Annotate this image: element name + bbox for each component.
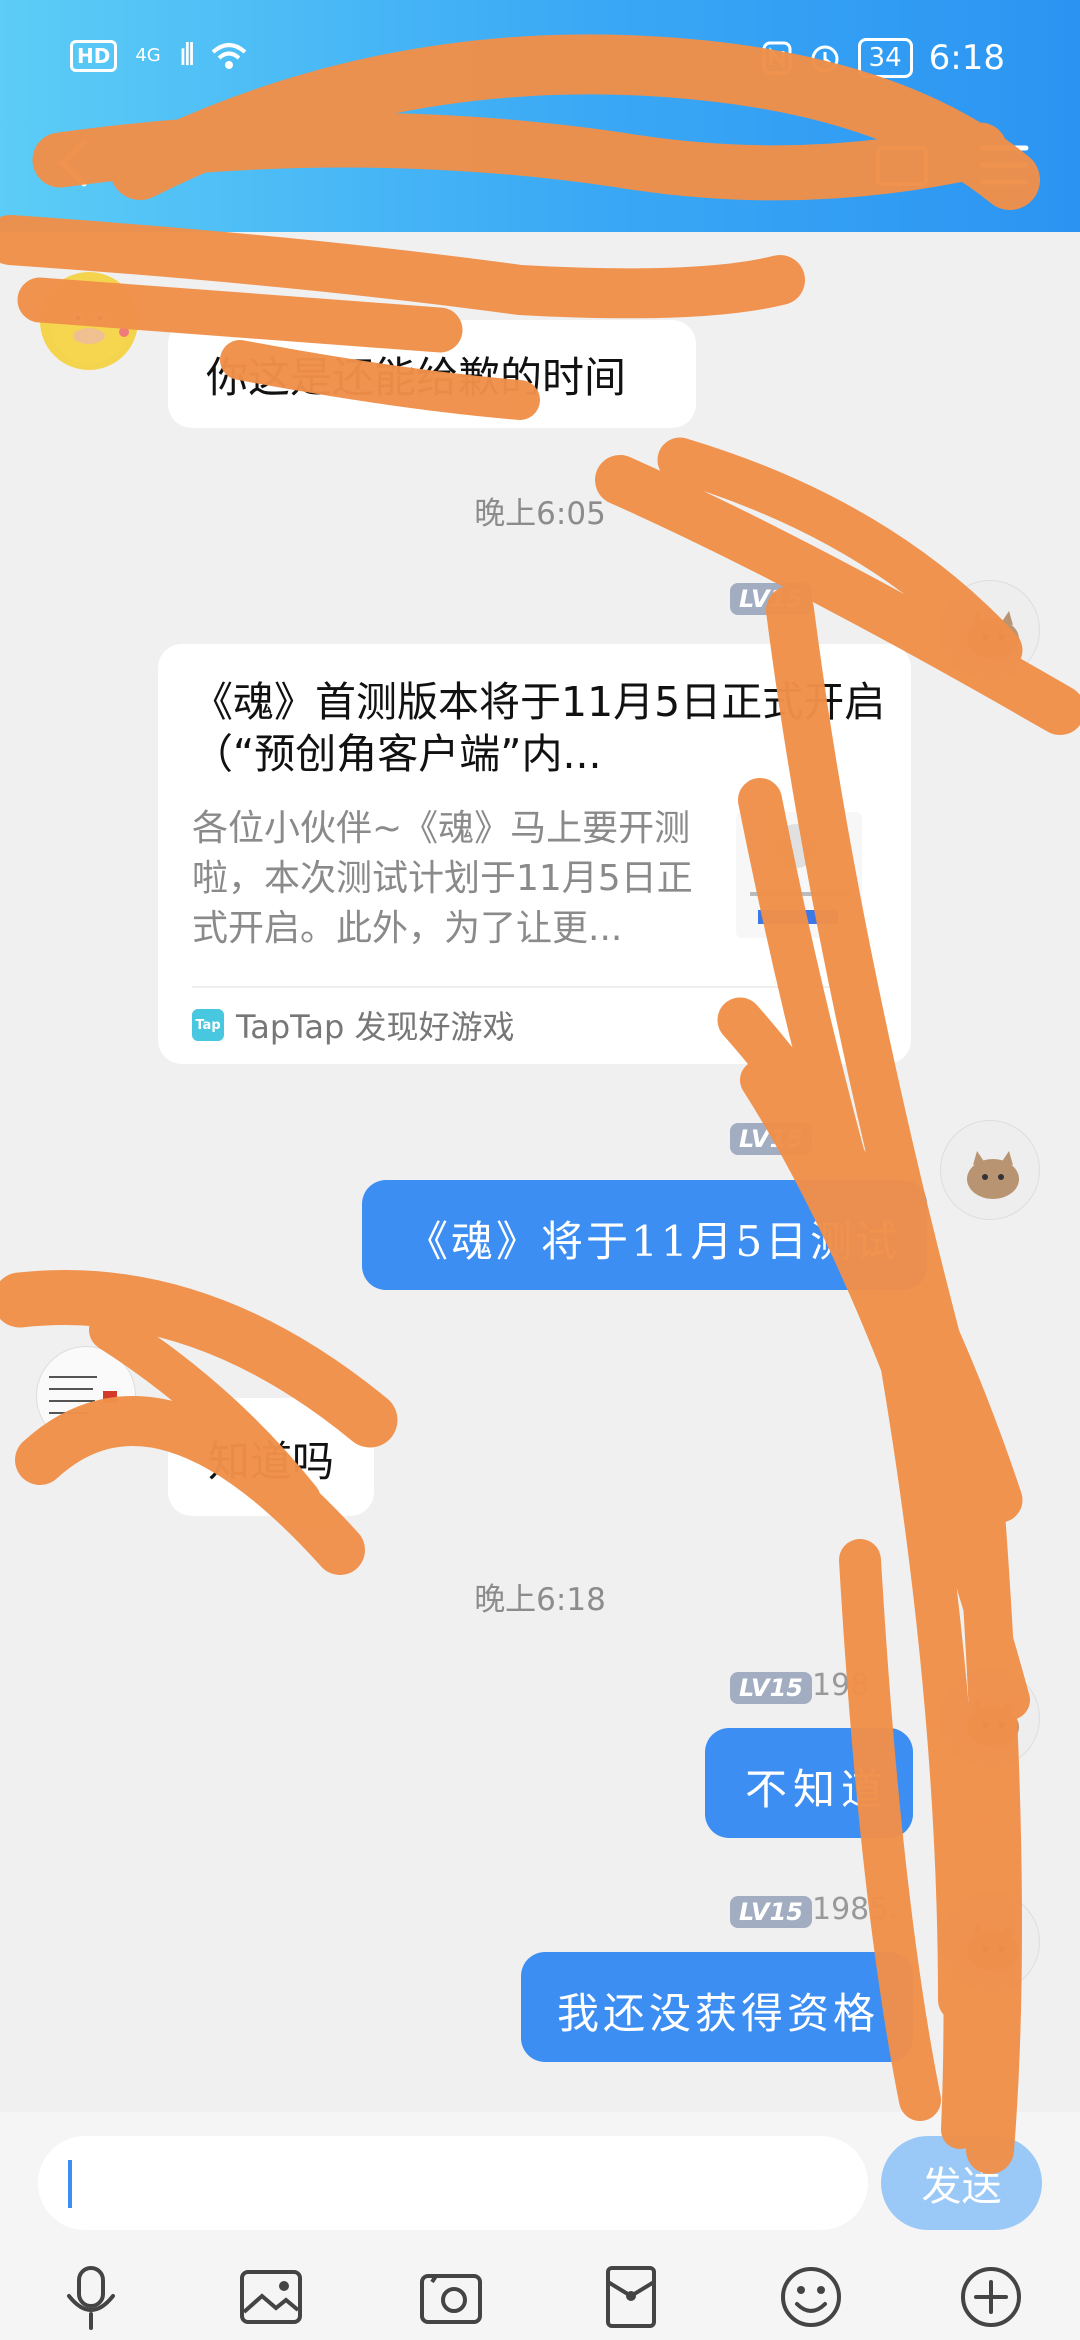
card-divider [192, 986, 877, 988]
avatar[interactable] [940, 1892, 1040, 1992]
battery-icon: 34 [857, 38, 913, 78]
message-bubble[interactable]: 我还没获得资格 [521, 1952, 913, 2062]
signal-icon: ıll [178, 38, 196, 73]
level-badge: LV15 [730, 1896, 812, 1928]
shared-link-card[interactable]: 《魂》首测版本将于11月5日正式开启（“预创角客户端”内... 各位小伙伴~《魂… [158, 644, 911, 1064]
nfc-icon [762, 41, 792, 75]
clock: 6:18 [928, 38, 1005, 78]
network-type: 4G [135, 45, 161, 66]
alarm-icon [811, 45, 839, 73]
red-packet-icon[interactable] [596, 2262, 666, 2332]
hd-badge: HD [70, 39, 118, 72]
chat-header: HD 4G ıll 34 6:18 [0, 0, 1080, 232]
emoji-icon[interactable] [776, 2262, 846, 2332]
cat-avatar-icon [967, 611, 1019, 659]
card-source-label: TapTap 发现好游戏 [236, 1008, 515, 1046]
status-bar-left: HD 4G ıll [70, 38, 248, 73]
status-bar-right: 34 6:18 [762, 38, 1005, 78]
wifi-icon [211, 42, 247, 69]
avatar[interactable] [940, 580, 1040, 680]
card-source: Tap TapTap 发现好游戏 [192, 1002, 515, 1048]
window-icon[interactable] [874, 140, 930, 190]
sender-name: 198 [812, 1668, 870, 1703]
timestamp: 晚上6:05 [474, 496, 606, 532]
message-input[interactable] [38, 2136, 868, 2230]
image-icon[interactable] [236, 2262, 306, 2332]
cat-avatar-icon [967, 1151, 1019, 1199]
level-badge: LV15 [730, 583, 812, 615]
input-bar: 发送 [0, 2112, 1080, 2340]
calligraphy-avatar-icon [49, 1376, 117, 1414]
card-title: 《魂》首测版本将于11月5日正式开启（“预创角客户端”内... [192, 678, 886, 778]
taptap-logo-icon: Tap [192, 1009, 224, 1041]
avatar[interactable] [40, 272, 138, 370]
card-description: 各位小伙伴~《魂》马上要开测啦，本次测试计划于11月5日正式开启。此外，为了让更… [192, 808, 693, 949]
message-bubble[interactable]: 《魂》将于11月5日测试 [362, 1180, 927, 1290]
avatar[interactable] [940, 1120, 1040, 1220]
message-bubble[interactable]: 不知道 [705, 1728, 913, 1838]
camera-icon[interactable] [416, 2262, 486, 2332]
message-bubble[interactable]: 知道吗 [168, 1398, 374, 1516]
cat-avatar-icon [967, 1699, 1019, 1747]
menu-icon[interactable] [976, 140, 1032, 190]
message-bubble[interactable]: 你这是还能给歉的时间 [168, 320, 696, 428]
cat-avatar-icon [967, 1923, 1019, 1971]
plus-icon[interactable] [956, 2262, 1026, 2332]
microphone-icon[interactable] [56, 2262, 126, 2332]
avatar[interactable] [940, 1668, 1040, 1768]
level-badge: LV15 [730, 1672, 812, 1704]
text-caret [68, 2160, 72, 2208]
card-thumbnail [736, 812, 862, 938]
send-button[interactable]: 发送 [881, 2136, 1042, 2230]
timestamp: 晚上6:18 [474, 1582, 606, 1618]
duck-avatar-icon [51, 292, 129, 364]
level-badge: LV15 [730, 1123, 812, 1155]
avatar[interactable] [36, 1346, 136, 1446]
back-arrow-icon[interactable] [52, 138, 92, 188]
sender-name: 1985. [812, 1892, 898, 1927]
